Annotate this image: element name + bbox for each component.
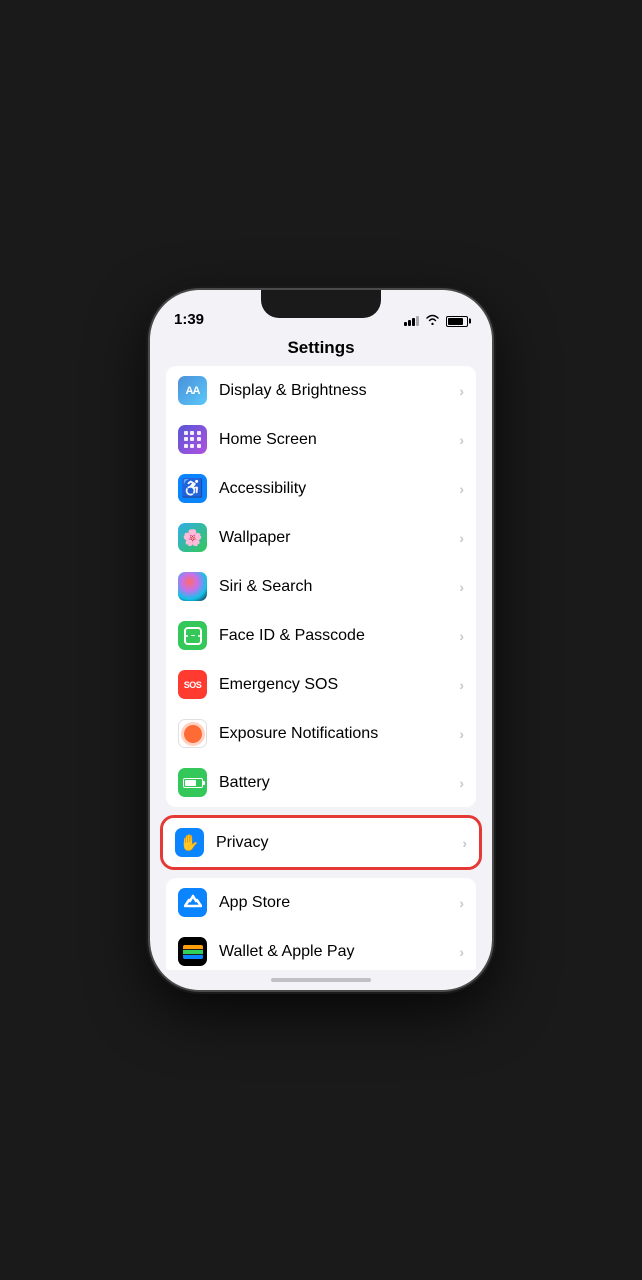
sos-label: Emergency SOS <box>219 676 459 694</box>
privacy-label: Privacy <box>216 834 462 852</box>
home-bar <box>150 970 492 990</box>
nav-bar: Settings <box>150 334 492 366</box>
wallet-icon <box>178 937 207 966</box>
settings-item-appstore[interactable]: App Store › <box>166 878 476 927</box>
notch <box>261 290 381 318</box>
sos-chevron: › <box>459 677 464 693</box>
settings-item-sos[interactable]: SOS Emergency SOS › <box>166 660 476 709</box>
settings-item-exposure[interactable]: Exposure Notifications › <box>166 709 476 758</box>
homescreen-chevron: › <box>459 432 464 448</box>
settings-group-1: AA Display & Brightness › Home Screen <box>166 366 476 807</box>
settings-item-siri[interactable]: Siri & Search › <box>166 562 476 611</box>
display-label: Display & Brightness <box>219 382 459 400</box>
settings-item-battery[interactable]: Battery › <box>166 758 476 807</box>
battery-chevron: › <box>459 775 464 791</box>
settings-scroll[interactable]: AA Display & Brightness › Home Screen <box>150 366 492 970</box>
faceid-icon <box>178 621 207 650</box>
status-time: 1:39 <box>174 311 204 328</box>
siri-icon <box>178 572 207 601</box>
battery-label: Battery <box>219 774 459 792</box>
settings-item-privacy[interactable]: ✋ Privacy › <box>163 818 479 867</box>
wallet-label: Wallet & Apple Pay <box>219 943 459 961</box>
status-icons <box>404 314 468 328</box>
screen: 1:39 Settings <box>150 290 492 990</box>
siri-chevron: › <box>459 579 464 595</box>
status-bar: 1:39 <box>150 290 492 334</box>
home-indicator <box>271 978 371 982</box>
battery-status-icon <box>446 316 468 327</box>
privacy-icon: ✋ <box>175 828 204 857</box>
wallpaper-icon: 🌸 <box>178 523 207 552</box>
faceid-label: Face ID & Passcode <box>219 627 459 645</box>
settings-item-display[interactable]: AA Display & Brightness › <box>166 366 476 415</box>
wallet-chevron: › <box>459 944 464 960</box>
display-icon: AA <box>178 376 207 405</box>
appstore-icon <box>178 888 207 917</box>
siri-label: Siri & Search <box>219 578 459 596</box>
privacy-chevron: › <box>462 835 467 851</box>
display-chevron: › <box>459 383 464 399</box>
wallpaper-label: Wallpaper <box>219 529 459 547</box>
accessibility-label: Accessibility <box>219 480 459 498</box>
exposure-icon <box>178 719 207 748</box>
sos-icon: SOS <box>178 670 207 699</box>
page-title: Settings <box>287 338 354 357</box>
wallpaper-chevron: › <box>459 530 464 546</box>
homescreen-label: Home Screen <box>219 431 459 449</box>
accessibility-icon: ♿ <box>178 474 207 503</box>
wifi-icon <box>425 314 440 328</box>
exposure-label: Exposure Notifications <box>219 725 459 743</box>
appstore-label: App Store <box>219 894 459 912</box>
phone-frame: 1:39 Settings <box>150 290 492 990</box>
privacy-highlight: ✋ Privacy › <box>160 815 482 870</box>
homescreen-icon <box>178 425 207 454</box>
faceid-chevron: › <box>459 628 464 644</box>
settings-item-homescreen[interactable]: Home Screen › <box>166 415 476 464</box>
settings-item-accessibility[interactable]: ♿ Accessibility › <box>166 464 476 513</box>
appstore-chevron: › <box>459 895 464 911</box>
settings-item-wallet[interactable]: Wallet & Apple Pay › <box>166 927 476 970</box>
settings-item-faceid[interactable]: Face ID & Passcode › <box>166 611 476 660</box>
battery-icon <box>178 768 207 797</box>
settings-item-wallpaper[interactable]: 🌸 Wallpaper › <box>166 513 476 562</box>
accessibility-chevron: › <box>459 481 464 497</box>
settings-group-2: App Store › Wallet & Apple Pay › <box>166 878 476 970</box>
signal-icon <box>404 316 419 326</box>
exposure-chevron: › <box>459 726 464 742</box>
